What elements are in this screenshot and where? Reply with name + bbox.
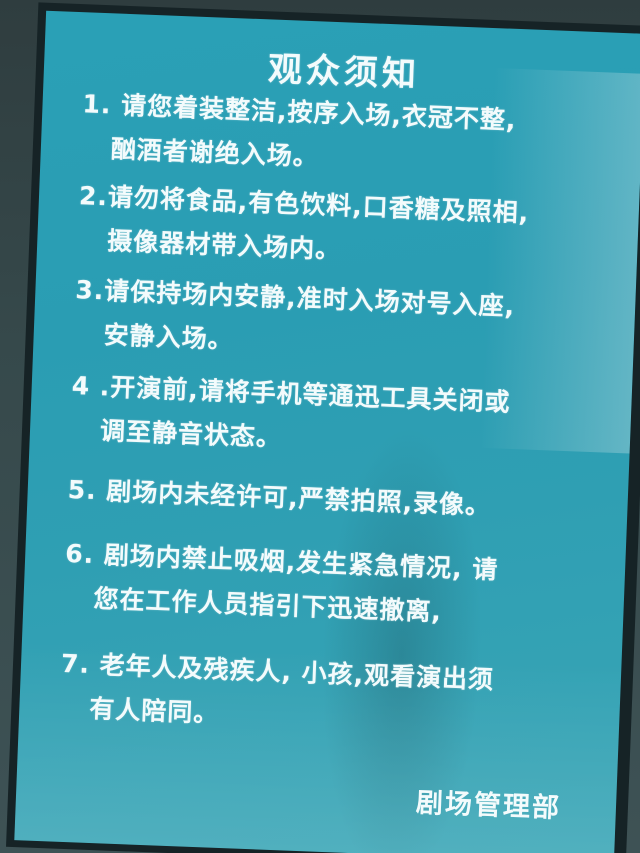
rule-2: 2.请勿将食品,有色饮料,口香糖及照相, 摄像器材带入场内。 <box>77 174 620 283</box>
rule-3: 3.请保持场内安静,准时入场对号入座, 安静入场。 <box>73 268 616 377</box>
rule-5-line-1: 5. 剧场内未经许可,严禁拍照,录像。 <box>67 474 492 521</box>
notice-sign: 观众须知 1. 请您着装整洁,按序入场,衣冠不整, 酗酒者谢绝入场。 2.请勿将… <box>14 10 640 853</box>
rule-4: 4 .开演前,请将手机等通迅工具关闭或 调至静音状态。 <box>69 364 612 473</box>
notice-signature: 剧场管理部 <box>415 787 562 825</box>
photo-scene: 观众须知 1. 请您着装整洁,按序入场,衣冠不整, 酗酒者谢绝入场。 2.请勿将… <box>0 0 640 853</box>
rule-7: 7. 老年人及残疾人, 小孩,观看演出须 有人陪同。 <box>59 642 602 751</box>
rule-5: 5. 剧场内未经许可,严禁拍照,录像。 <box>67 468 608 533</box>
notice-content: 观众须知 1. 请您着装整洁,按序入场,衣冠不整, 酗酒者谢绝入场。 2.请勿将… <box>14 11 640 853</box>
rule-6: 6. 剧场内禁止吸烟,发生紧急情况, 请 您在工作人员指引下迅速撤离, <box>63 532 606 641</box>
